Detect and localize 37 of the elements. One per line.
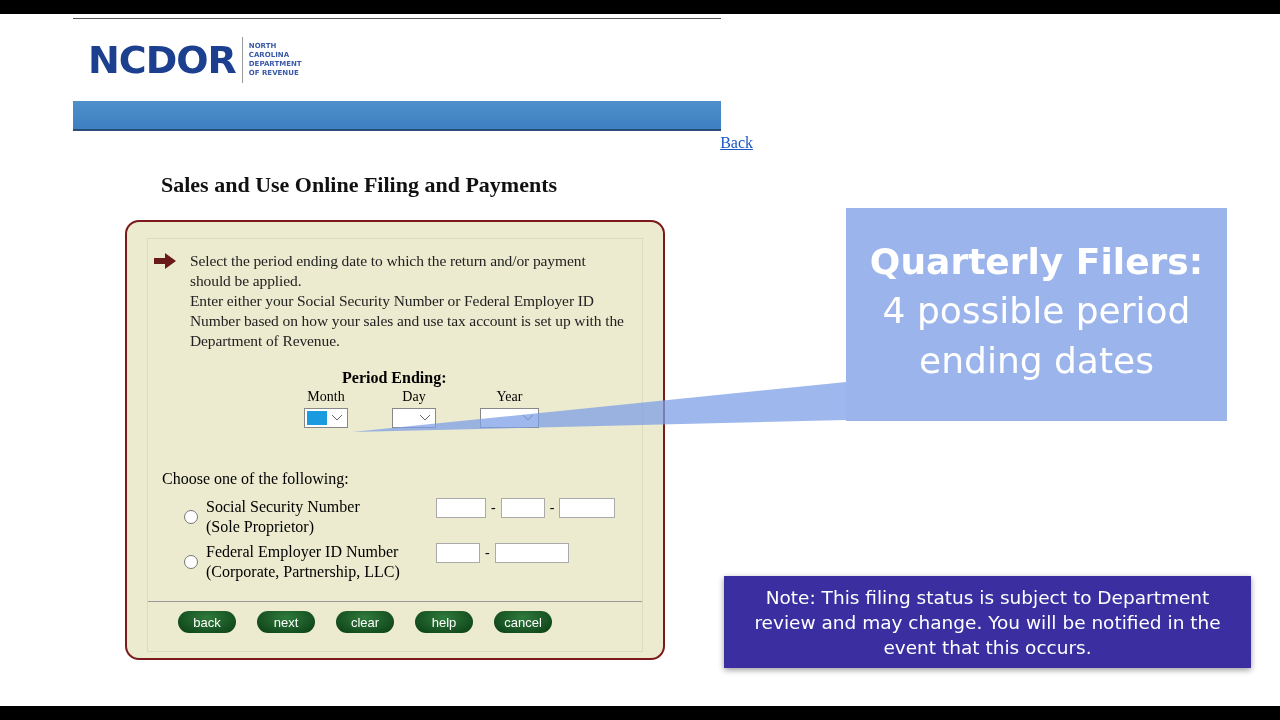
callout-title: Quarterly Filers: [868,240,1205,284]
form-button[interactable]: clear [336,611,394,633]
instruction-text: Enter either your Social Security Number or Federal Employer ID Number based on how your sales and use tax account is set up with the Department of Revenue. [190,291,625,351]
radio-button[interactable] [184,509,198,524]
logo-text: NCDOR [88,38,236,82]
dash-separator: - [491,500,496,516]
radio-button[interactable] [184,554,198,569]
period-ending-label: Period Ending: [342,369,448,387]
form-button[interactable]: help [415,611,473,633]
input-field[interactable] [436,498,486,518]
arrow-icon [154,253,176,269]
form-button[interactable]: cancel [494,611,552,633]
instruction-text: Select the period ending date to which the return and/or payment should be applied. [190,251,587,291]
form-button[interactable]: back [178,611,236,633]
select-label: Month [307,389,345,405]
select-label: Day [402,389,426,405]
caret-icon [420,415,430,421]
select-label: Year [496,389,523,405]
back-link[interactable]: Back [720,134,753,151]
input-field[interactable] [436,543,480,563]
dash-separator: - [549,500,555,516]
option-label: Social Security Number [206,496,361,517]
input-field[interactable] [494,543,569,563]
dropdown[interactable] [304,408,348,428]
dropdown[interactable] [392,408,436,428]
choose-label: Choose one of the following: [162,470,350,488]
input-field[interactable] [559,498,616,518]
dash-separator: - [485,545,490,561]
input-field[interactable] [500,498,545,518]
form-button[interactable]: next [257,611,315,633]
option-sublabel: (Corporate, Partnership, LLC) [206,561,401,582]
page-title: Sales and Use Online Filing and Payments [161,172,559,198]
option-sublabel: (Sole Proprietor) [206,516,315,537]
callout-text: 4 possible period ending dates [881,289,1192,383]
caret-icon [332,415,342,421]
option-label: Federal Employer ID Number [206,541,400,562]
note-text: Note: This filing status is subject to Department review and may change. You will be notified in the event that this occurs. [753,585,1222,660]
